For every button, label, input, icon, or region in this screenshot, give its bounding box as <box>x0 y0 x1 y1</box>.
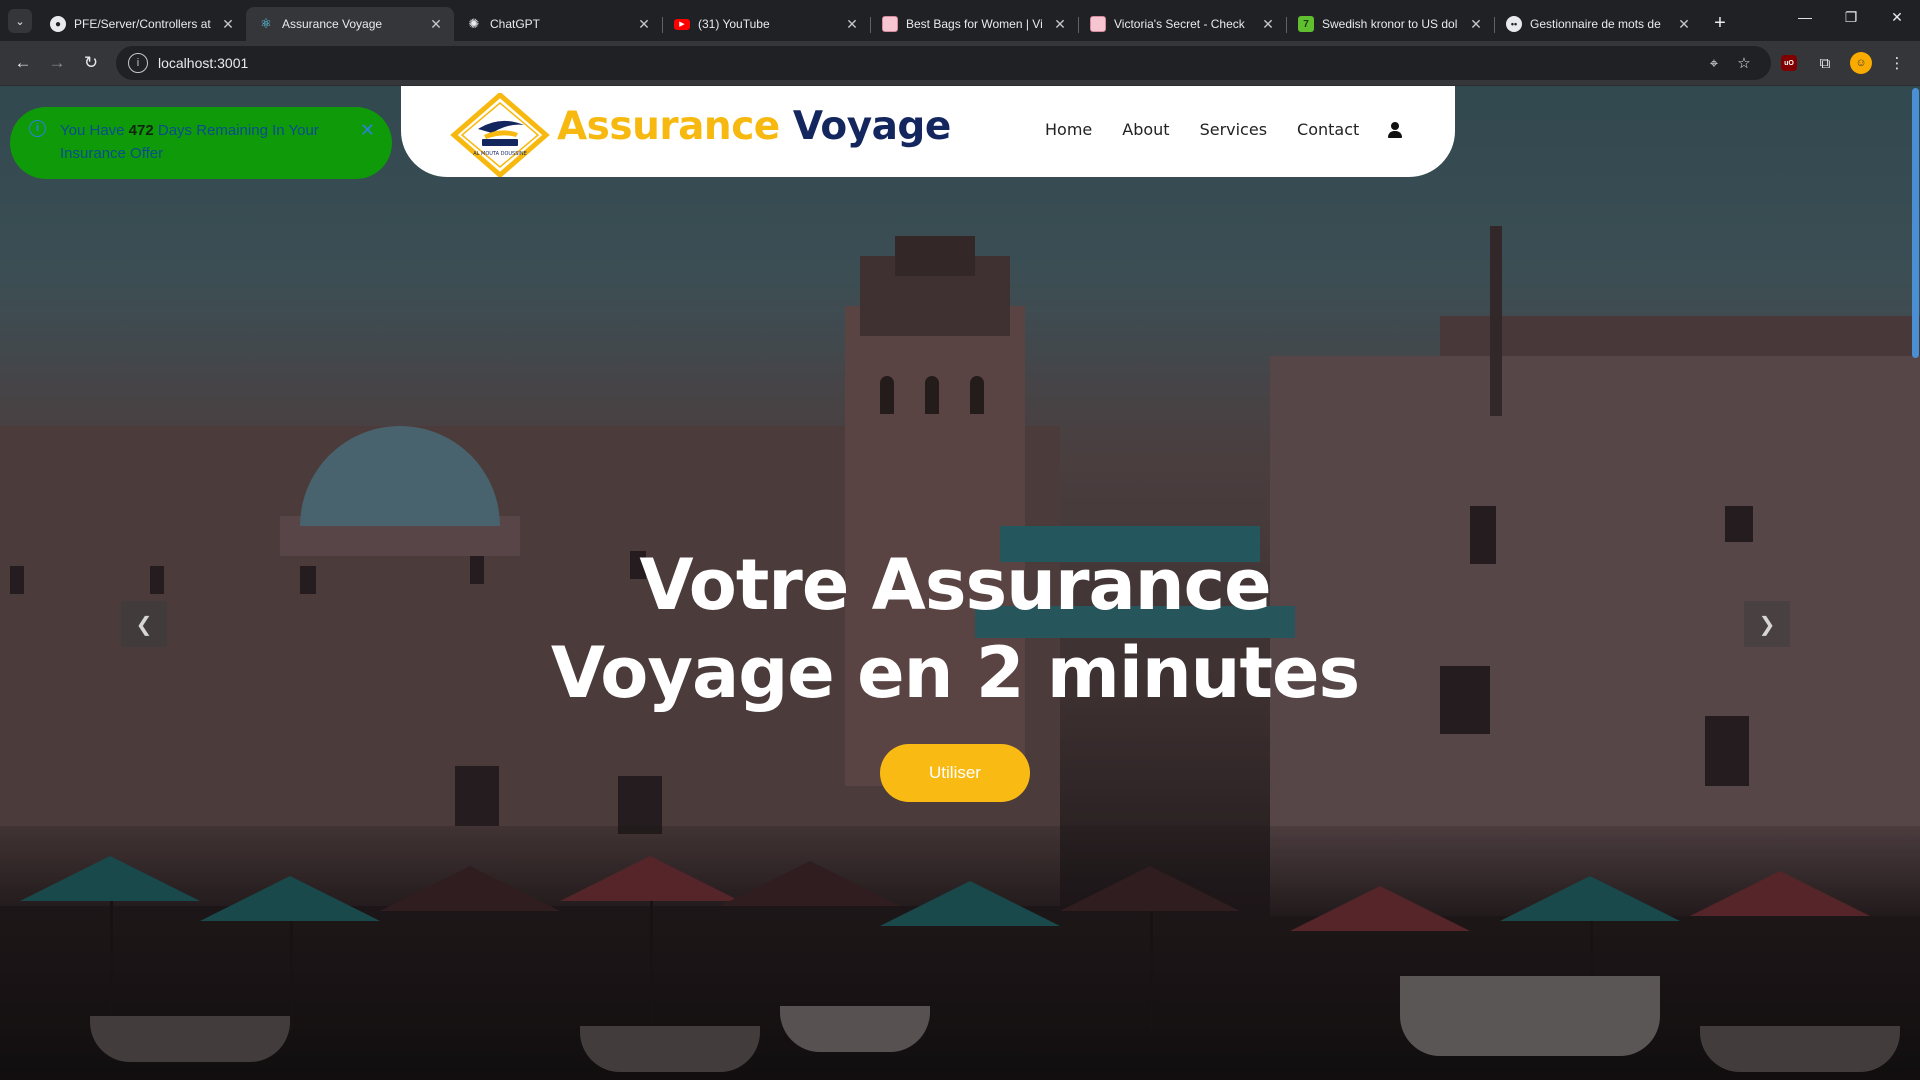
ublock-extension-icon[interactable]: uO <box>1771 46 1807 80</box>
nav-link-about[interactable]: About <box>1122 120 1169 139</box>
brand-name-part1: Assurance <box>557 104 780 149</box>
tab-title: PFE/Server/Controllers at <box>74 17 211 31</box>
browser-tab[interactable]: •• Gestionnaire de mots de ✕ <box>1494 7 1702 41</box>
carousel-prev-button[interactable]: ❮ <box>121 601 167 647</box>
nav-link-services[interactable]: Services <box>1200 120 1267 139</box>
close-icon[interactable]: ✕ <box>844 16 860 33</box>
info-icon: i <box>29 120 46 137</box>
tab-title: Swedish kronor to US dol <box>1322 17 1458 31</box>
browser-menu-icon[interactable]: ⋮ <box>1879 46 1915 80</box>
logo-caption: AL MOUTA DOUSSINE <box>473 151 527 157</box>
forward-button[interactable]: → <box>40 46 74 80</box>
browser-tabstrip: ⌄ ● PFE/Server/Controllers at ✕ ⚛ Assura… <box>0 0 1920 41</box>
nav-link-home[interactable]: Home <box>1045 120 1092 139</box>
window-controls: — ❐ ✕ <box>1782 0 1920 34</box>
react-icon: ⚛ <box>260 16 272 31</box>
location-pin-icon[interactable]: ⌖ <box>1699 55 1729 72</box>
youtube-icon: ▶ <box>674 18 690 30</box>
chatgpt-icon: ✺ <box>468 16 480 31</box>
tab-title: Assurance Voyage <box>282 17 383 31</box>
tab-title: ChatGPT <box>490 17 541 31</box>
browser-tab[interactable]: ● PFE/Server/Controllers at ✕ <box>38 7 246 41</box>
brand-name-part2: Voyage <box>792 104 951 149</box>
github-icon: ● <box>50 16 66 32</box>
browser-tab-active[interactable]: ⚛ Assurance Voyage ✕ <box>246 7 454 41</box>
close-icon[interactable]: ✕ <box>1468 16 1484 33</box>
address-bar[interactable]: i localhost:3001 ⌖ ☆ <box>116 46 1771 80</box>
close-icon[interactable]: ✕ <box>1052 16 1068 33</box>
site-header: AL MOUTA DOUSSINE Assurance Voyage Home … <box>401 86 1455 177</box>
extensions-puzzle-icon[interactable]: ⧉ <box>1807 46 1843 80</box>
tab-title: Gestionnaire de mots de <box>1530 17 1661 31</box>
close-icon[interactable]: ✕ <box>360 119 375 142</box>
hero-title-line1: Votre Assurance <box>639 544 1271 626</box>
user-account-icon[interactable] <box>1387 121 1403 139</box>
browser-tab[interactable]: 7 Swedish kronor to US dol ✕ <box>1286 7 1494 41</box>
insurance-days-toast: i You Have 472 Days Remaining In Your In… <box>10 107 392 179</box>
hero-title-line2: Voyage en 2 minutes <box>550 632 1360 714</box>
tab-title: Victoria's Secret - Check <box>1114 17 1245 31</box>
victorias-secret-icon <box>882 16 898 32</box>
carousel-next-button[interactable]: ❯ <box>1744 601 1790 647</box>
browser-tab[interactable]: ▶ (31) YouTube ✕ <box>662 7 870 41</box>
toast-message: You Have 472 Days Remaining In Your Insu… <box>60 122 319 162</box>
password-manager-icon: •• <box>1506 16 1522 32</box>
site-info-icon[interactable]: i <box>128 53 148 73</box>
new-tab-button[interactable]: + <box>1706 9 1734 37</box>
browser-tab[interactable]: ✺ ChatGPT ✕ <box>454 7 662 41</box>
close-window-icon[interactable]: ✕ <box>1874 0 1920 34</box>
nav-link-contact[interactable]: Contact <box>1297 120 1359 139</box>
bookmark-star-icon[interactable]: ☆ <box>1729 54 1759 72</box>
minimize-icon[interactable]: — <box>1782 0 1828 34</box>
tab-search-button[interactable]: ⌄ <box>8 9 32 33</box>
tab-title: (31) YouTube <box>698 17 770 31</box>
page-scrollbar[interactable] <box>1911 86 1920 1080</box>
hero-title: Votre Assurance Voyage en 2 minutes <box>0 541 1910 717</box>
utiliser-button[interactable]: Utiliser <box>880 744 1030 802</box>
close-icon[interactable]: ✕ <box>428 16 444 33</box>
close-icon[interactable]: ✕ <box>636 16 652 33</box>
scrollbar-thumb[interactable] <box>1912 88 1919 358</box>
back-button[interactable]: ← <box>6 46 40 80</box>
chevron-left-icon: ❮ <box>135 613 153 636</box>
restore-icon[interactable]: ❐ <box>1828 0 1874 34</box>
brand-name[interactable]: Assurance Voyage <box>557 104 951 149</box>
currency-icon: 7 <box>1298 16 1314 32</box>
brand-logo-icon[interactable]: AL MOUTA DOUSSINE <box>448 93 552 177</box>
close-icon[interactable]: ✕ <box>220 16 236 33</box>
victorias-secret-icon <box>1090 16 1106 32</box>
close-icon[interactable]: ✕ <box>1260 16 1276 33</box>
main-nav: Home About Services Contact <box>1045 120 1403 139</box>
profile-avatar[interactable]: ☺ <box>1843 46 1879 80</box>
browser-tab[interactable]: Best Bags for Women | Vi ✕ <box>870 7 1078 41</box>
browser-toolbar: ← → ↻ i localhost:3001 ⌖ ☆ uO ⧉ ☺ ⋮ <box>0 41 1920 86</box>
browser-tab[interactable]: Victoria's Secret - Check ✕ <box>1078 7 1286 41</box>
page-viewport: AL MOUTA DOUSSINE Assurance Voyage Home … <box>0 86 1920 1080</box>
url-text[interactable]: localhost:3001 <box>158 55 1699 71</box>
tab-title: Best Bags for Women | Vi <box>906 17 1043 31</box>
days-remaining-count: 472 <box>128 122 154 139</box>
close-icon[interactable]: ✕ <box>1676 16 1692 33</box>
chevron-right-icon: ❯ <box>1758 613 1776 636</box>
reload-button[interactable]: ↻ <box>74 46 108 80</box>
